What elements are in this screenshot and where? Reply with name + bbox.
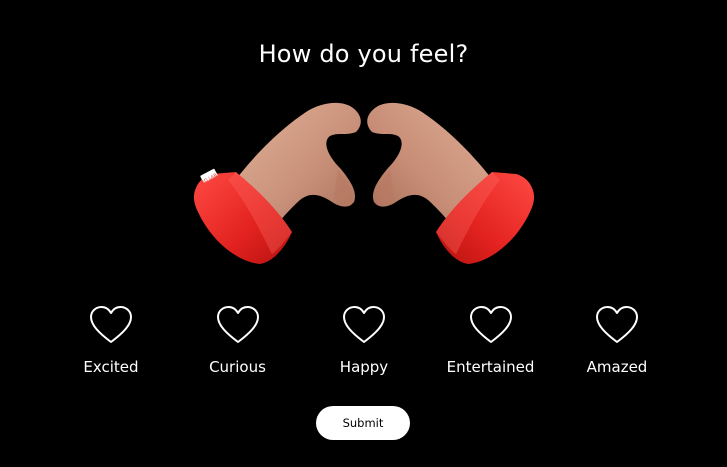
mood-option-entertained[interactable]: Entertained [428, 305, 554, 385]
page-title: How do you feel? [258, 40, 469, 68]
mood-label: Entertained [446, 358, 535, 376]
mood-label: Amazed [586, 358, 648, 376]
mood-label: Curious [209, 358, 266, 376]
heart-outline-icon[interactable] [342, 305, 386, 345]
mood-label: Happy [339, 358, 389, 376]
heart-outline-icon[interactable] [216, 305, 260, 345]
heart-hands-illustration: GG LAB [188, 92, 540, 272]
heart-outline-icon[interactable] [469, 305, 513, 345]
heart-outline-icon[interactable] [89, 305, 133, 345]
heart-outline-icon[interactable] [595, 305, 639, 345]
mood-options: Excited Curious Happy Entertained Amazed [48, 305, 680, 385]
mood-option-excited[interactable]: Excited [48, 305, 174, 385]
feedback-screen: How do you feel? GG LAB Excited Curious … [0, 0, 727, 467]
submit-button[interactable]: Submit [316, 406, 410, 440]
mood-option-happy[interactable]: Happy [301, 305, 427, 385]
mood-option-amazed[interactable]: Amazed [554, 305, 680, 385]
mood-label: Excited [83, 358, 139, 376]
mood-option-curious[interactable]: Curious [175, 305, 301, 385]
